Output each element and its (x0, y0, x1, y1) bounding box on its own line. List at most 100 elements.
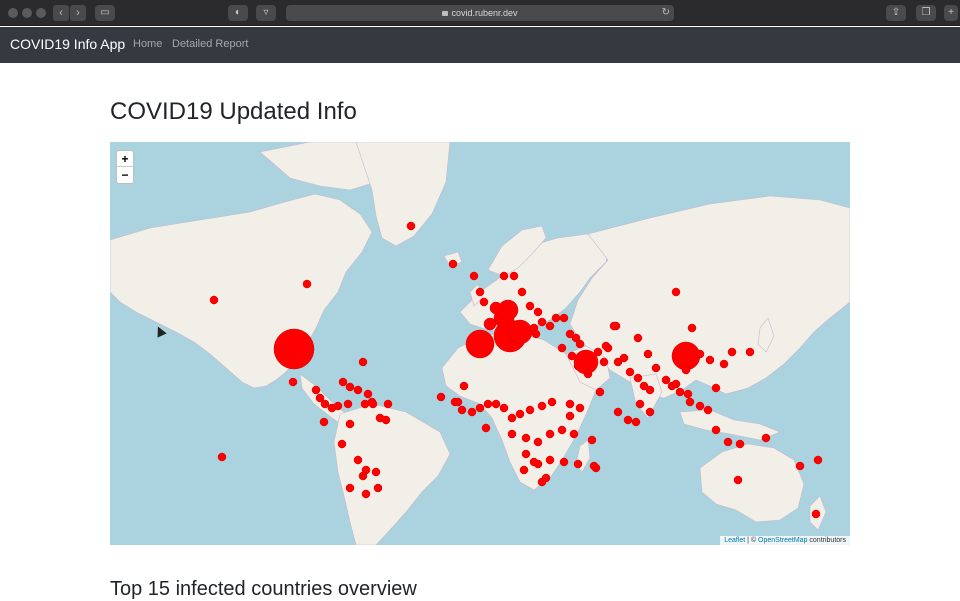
tabs-icon[interactable]: ❐ (916, 5, 936, 21)
case-marker[interactable] (573, 459, 583, 469)
case-marker[interactable] (601, 341, 611, 351)
case-marker[interactable] (373, 483, 383, 493)
case-marker[interactable] (687, 323, 697, 333)
case-marker[interactable] (811, 509, 821, 519)
nav-link-home[interactable]: Home (133, 38, 162, 50)
case-marker[interactable] (360, 399, 370, 409)
case-marker[interactable] (338, 377, 348, 387)
case-marker[interactable] (457, 405, 467, 415)
case-marker[interactable] (545, 321, 555, 331)
case-marker[interactable] (525, 405, 535, 415)
case-marker[interactable] (333, 401, 343, 411)
case-marker[interactable] (489, 301, 503, 315)
case-marker[interactable] (481, 423, 491, 433)
case-marker[interactable] (537, 317, 547, 327)
case-marker[interactable] (645, 385, 655, 395)
case-marker[interactable] (633, 373, 643, 383)
case-marker[interactable] (479, 297, 489, 307)
case-marker[interactable] (209, 295, 219, 305)
case-marker[interactable] (705, 355, 715, 365)
case-marker[interactable] (685, 397, 695, 407)
case-marker[interactable] (507, 429, 517, 439)
pocket-icon[interactable]: ▿ (256, 5, 276, 21)
case-marker[interactable] (533, 437, 543, 447)
case-marker[interactable] (525, 301, 535, 311)
share-icon[interactable]: ⇪ (886, 5, 906, 21)
case-marker[interactable] (623, 415, 633, 425)
case-marker[interactable] (547, 397, 557, 407)
case-marker[interactable] (459, 381, 469, 391)
case-marker[interactable] (499, 403, 509, 413)
case-marker[interactable] (559, 457, 569, 467)
case-marker[interactable] (643, 349, 653, 359)
brand-link[interactable]: COVID19 Info App (10, 36, 125, 52)
case-marker[interactable] (475, 287, 485, 297)
case-marker[interactable] (515, 409, 525, 419)
case-marker[interactable] (723, 437, 733, 447)
case-marker[interactable] (695, 349, 705, 359)
case-marker[interactable] (533, 307, 543, 317)
case-marker[interactable] (475, 403, 485, 413)
case-marker[interactable] (551, 313, 561, 323)
case-marker[interactable] (453, 397, 463, 407)
case-marker[interactable] (671, 379, 681, 389)
case-marker[interactable] (573, 349, 599, 375)
case-marker[interactable] (345, 382, 355, 392)
case-marker[interactable] (631, 417, 641, 427)
case-marker[interactable] (625, 367, 635, 377)
case-marker[interactable] (735, 439, 745, 449)
case-marker[interactable] (302, 279, 312, 289)
case-marker[interactable] (595, 387, 605, 397)
case-marker[interactable] (675, 387, 685, 397)
case-marker[interactable] (545, 455, 555, 465)
case-marker[interactable] (358, 471, 368, 481)
case-marker[interactable] (813, 455, 823, 465)
case-marker[interactable] (469, 271, 479, 281)
case-marker[interactable] (345, 483, 355, 493)
maximize-window-button[interactable] (36, 8, 46, 18)
case-marker[interactable] (727, 347, 737, 357)
case-marker[interactable] (711, 425, 721, 435)
case-marker[interactable] (381, 415, 391, 425)
case-marker[interactable] (507, 413, 517, 423)
case-marker[interactable] (483, 399, 493, 409)
case-marker[interactable] (557, 343, 567, 353)
case-marker[interactable] (529, 457, 539, 467)
case-marker[interactable] (311, 385, 321, 395)
minimize-window-button[interactable] (22, 8, 32, 18)
case-marker[interactable] (537, 401, 547, 411)
case-marker[interactable] (343, 399, 353, 409)
case-marker[interactable] (507, 319, 533, 345)
case-marker[interactable] (499, 271, 509, 281)
case-marker[interactable] (537, 477, 547, 487)
address-bar[interactable]: covid.rubenr.dev ↻ (286, 5, 674, 21)
case-marker[interactable] (491, 399, 501, 409)
case-marker[interactable] (651, 363, 661, 373)
case-marker[interactable] (795, 461, 805, 471)
zoom-out-button[interactable]: − (117, 167, 133, 183)
case-marker[interactable] (745, 347, 755, 357)
chevron-right-icon[interactable]: › (70, 5, 86, 21)
case-marker[interactable] (319, 417, 329, 427)
case-marker[interactable] (557, 425, 567, 435)
openstreetmap-link[interactable]: OpenStreetMap (758, 537, 807, 544)
case-marker[interactable] (368, 399, 378, 409)
case-marker[interactable] (761, 433, 771, 443)
case-marker[interactable] (406, 221, 416, 231)
case-marker[interactable] (371, 467, 381, 477)
case-marker[interactable] (288, 377, 298, 387)
case-marker[interactable] (711, 383, 721, 393)
case-marker[interactable] (565, 399, 575, 409)
case-marker[interactable] (661, 375, 671, 385)
case-marker[interactable] (619, 353, 629, 363)
case-marker[interactable] (483, 317, 497, 331)
case-marker[interactable] (320, 399, 330, 409)
chevron-left-icon[interactable]: ‹ (53, 5, 69, 21)
case-marker[interactable] (363, 389, 373, 399)
case-marker[interactable] (448, 259, 458, 269)
case-marker[interactable] (565, 411, 575, 421)
case-marker[interactable] (645, 407, 655, 417)
case-marker[interactable] (383, 399, 393, 409)
case-marker[interactable] (599, 357, 609, 367)
case-marker[interactable] (353, 385, 363, 395)
